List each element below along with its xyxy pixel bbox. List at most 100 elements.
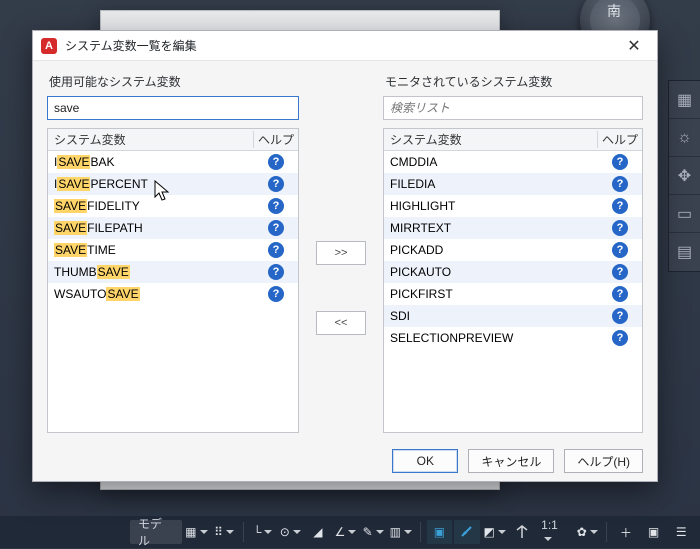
sysvar-name: PICKFIRST xyxy=(384,287,598,301)
sysvar-name: PICKADD xyxy=(384,243,598,257)
help-icon[interactable]: ? xyxy=(598,198,642,214)
lineweight-icon[interactable] xyxy=(454,520,480,544)
sysvar-name: FILEDIA xyxy=(384,177,598,191)
dynamic-input-icon[interactable]: ▣ xyxy=(427,520,453,544)
dock-pan-icon[interactable]: ✥ xyxy=(669,157,700,195)
monitored-list-header: システム変数 ヘルプ xyxy=(384,129,642,151)
help-icon[interactable]: ? xyxy=(254,264,298,280)
help-icon[interactable]: ? xyxy=(598,154,642,170)
help-icon[interactable]: ? xyxy=(598,264,642,280)
table-row[interactable]: PICKFIRST? xyxy=(384,283,642,305)
sysvar-editor-dialog: A システム変数一覧を編集 ✕ 使用可能なシステム変数 システム変数 ヘルプ I… xyxy=(32,30,658,482)
monitored-list-body[interactable]: CMDDIA?FILEDIA?HIGHLIGHT?MIRRTEXT?PICKAD… xyxy=(384,151,642,432)
statusbar: モデル ▦ ⠿ └ ⊙ ◢ ∠ ✎ ▥ ▣ ◩ 1:1 ✿ ＋ ▣ ☰ xyxy=(0,516,700,548)
dialog-close-button[interactable]: ✕ xyxy=(617,34,651,58)
help-icon[interactable]: ? xyxy=(254,220,298,236)
table-row[interactable]: THUMBSAVE? xyxy=(48,261,298,283)
available-col-help[interactable]: ヘルプ xyxy=(254,131,298,148)
help-icon[interactable]: ? xyxy=(598,220,642,236)
table-row[interactable]: SDI? xyxy=(384,305,642,327)
available-label: 使用可能なシステム変数 xyxy=(47,73,299,90)
help-icon[interactable]: ? xyxy=(254,176,298,192)
table-row[interactable]: SELECTIONPREVIEW? xyxy=(384,327,642,349)
sysvar-name: SELECTIONPREVIEW xyxy=(384,331,598,345)
compass-label: 南 xyxy=(607,3,623,19)
table-row[interactable]: ISAVEBAK? xyxy=(48,151,298,173)
sysvar-name: THUMBSAVE xyxy=(48,265,254,279)
customize-icon[interactable]: ▣ xyxy=(641,520,667,544)
help-icon[interactable]: ? xyxy=(254,198,298,214)
monitored-label: モニタされているシステム変数 xyxy=(383,73,643,90)
table-row[interactable]: SAVEFILEPATH? xyxy=(48,217,298,239)
table-row[interactable]: ISAVEPERCENT? xyxy=(48,173,298,195)
dialog-titlebar: A システム変数一覧を編集 ✕ xyxy=(33,31,657,61)
remove-button[interactable]: << xyxy=(316,311,366,335)
mode-tab-model[interactable]: モデル xyxy=(130,520,182,544)
sysvar-name: CMDDIA xyxy=(384,155,598,169)
angle-icon[interactable]: ∠ xyxy=(333,520,359,544)
available-search-input[interactable] xyxy=(47,96,299,120)
otrack-icon[interactable]: ▥ xyxy=(388,520,414,544)
polar-icon[interactable]: ⊙ xyxy=(277,520,303,544)
table-row[interactable]: PICKADD? xyxy=(384,239,642,261)
help-icon[interactable]: ? xyxy=(254,242,298,258)
monitored-search-input[interactable] xyxy=(383,96,643,120)
help-icon[interactable]: ? xyxy=(254,286,298,302)
table-row[interactable]: SAVETIME? xyxy=(48,239,298,261)
available-panel: 使用可能なシステム変数 システム変数 ヘルプ ISAVEBAK?ISAVEPER… xyxy=(47,73,299,433)
table-row[interactable]: FILEDIA? xyxy=(384,173,642,195)
sysvar-name: SAVEFILEPATH xyxy=(48,221,254,235)
help-icon[interactable]: ? xyxy=(598,176,642,192)
table-row[interactable]: MIRRTEXT? xyxy=(384,217,642,239)
sysvar-name: MIRRTEXT xyxy=(384,221,598,235)
right-dock: ▦ ☼ ✥ ▭ ▤ xyxy=(668,80,700,272)
menu-icon[interactable]: ☰ xyxy=(668,520,694,544)
table-row[interactable]: SAVEFIDELITY? xyxy=(48,195,298,217)
transparency-icon[interactable]: ◩ xyxy=(482,520,508,544)
help-button[interactable]: ヘルプ(H) xyxy=(564,449,643,473)
monitored-col-name[interactable]: システム変数 xyxy=(384,131,598,148)
ok-button[interactable]: OK xyxy=(392,449,458,473)
grid-display-icon[interactable]: ▦ xyxy=(184,520,210,544)
available-col-name[interactable]: システム変数 xyxy=(48,131,254,148)
help-icon[interactable]: ? xyxy=(598,330,642,346)
sysvar-name: HIGHLIGHT xyxy=(384,199,598,213)
table-row[interactable]: CMDDIA? xyxy=(384,151,642,173)
dock-orbit-icon[interactable]: ☼ xyxy=(669,119,700,157)
sysvar-name: ISAVEPERCENT xyxy=(48,177,254,191)
dialog-title: システム変数一覧を編集 xyxy=(65,37,617,54)
dock-measure-icon[interactable]: ▭ xyxy=(669,195,700,233)
available-list: システム変数 ヘルプ ISAVEBAK?ISAVEPERCENT?SAVEFID… xyxy=(47,128,299,433)
cancel-button[interactable]: キャンセル xyxy=(468,449,554,473)
dialog-body: 使用可能なシステム変数 システム変数 ヘルプ ISAVEBAK?ISAVEPER… xyxy=(33,61,657,441)
available-list-body[interactable]: ISAVEBAK?ISAVEPERCENT?SAVEFIDELITY?SAVEF… xyxy=(48,151,298,432)
table-row[interactable]: WSAUTOSAVE? xyxy=(48,283,298,305)
dock-cube-icon[interactable]: ▦ xyxy=(669,81,700,119)
monitored-panel: モニタされているシステム変数 システム変数 ヘルプ CMDDIA?FILEDIA… xyxy=(383,73,643,433)
table-row[interactable]: HIGHLIGHT? xyxy=(384,195,642,217)
autocad-badge-icon: A xyxy=(41,38,57,54)
table-row[interactable]: PICKAUTO? xyxy=(384,261,642,283)
workspace-icon[interactable]: ✿ xyxy=(574,520,600,544)
available-list-header: システム変数 ヘルプ xyxy=(48,129,298,151)
plus-icon[interactable]: ＋ xyxy=(613,520,639,544)
transfer-buttons: >> << xyxy=(313,73,369,433)
osnap-icon[interactable]: ✎ xyxy=(360,520,386,544)
scale-value[interactable]: 1:1 xyxy=(537,518,572,546)
annotation-scale-icon[interactable] xyxy=(510,520,536,544)
snap-mode-icon[interactable]: ⠿ xyxy=(211,520,237,544)
help-icon[interactable]: ? xyxy=(598,308,642,324)
monitored-col-help[interactable]: ヘルプ xyxy=(598,131,642,148)
ortho-icon[interactable]: └ xyxy=(250,520,276,544)
dialog-footer: OK キャンセル ヘルプ(H) xyxy=(33,441,657,481)
help-icon[interactable]: ? xyxy=(254,154,298,170)
monitored-list: システム変数 ヘルプ CMDDIA?FILEDIA?HIGHLIGHT?MIRR… xyxy=(383,128,643,433)
sysvar-name: SAVEFIDELITY xyxy=(48,199,254,213)
help-icon[interactable]: ? xyxy=(598,242,642,258)
sysvar-name: PICKAUTO xyxy=(384,265,598,279)
help-icon[interactable]: ? xyxy=(598,286,642,302)
isometric-icon[interactable]: ◢ xyxy=(305,520,331,544)
dock-views-icon[interactable]: ▤ xyxy=(669,233,700,271)
add-button[interactable]: >> xyxy=(316,241,366,265)
sysvar-name: SDI xyxy=(384,309,598,323)
